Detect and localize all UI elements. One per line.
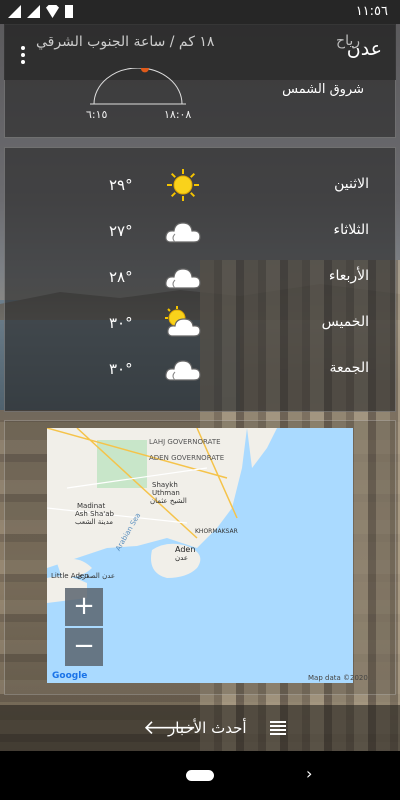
- sun-icon: [163, 168, 203, 202]
- forecast-day: الجمعة: [329, 360, 369, 376]
- cloud-icon: [163, 260, 203, 294]
- map-label-lahj: LAHJ GOVERNORATE: [149, 438, 221, 446]
- forecast-row: الثلاثاء ٢٧°: [5, 212, 397, 252]
- status-time: ١١:٥٦: [355, 4, 388, 19]
- map-label-madinat: Madinat: [77, 502, 106, 510]
- forecast-day: الخميس: [321, 314, 369, 330]
- forecast-row: الخميس ٣٠°: [5, 304, 397, 344]
- signal-icon: [8, 5, 21, 18]
- forecast-temp: ٢٧°: [109, 222, 133, 240]
- cloud-icon: [163, 214, 203, 248]
- forecast-temp: ٢٨°: [109, 268, 133, 286]
- zoom-in-button[interactable]: +: [65, 588, 103, 626]
- map-label-aden-ar: عدن: [175, 554, 188, 562]
- system-nav-bar: ›: [0, 751, 400, 800]
- latest-news-bar[interactable]: 🡐 أحدث الأخبار: [0, 705, 400, 751]
- map-label-aden: Aden: [175, 545, 196, 554]
- map-label-shaykh: Shaykh: [152, 481, 178, 489]
- forecast-temp: ٢٩°: [109, 176, 133, 194]
- overflow-menu-button[interactable]: [18, 44, 28, 66]
- cloud-icon: [163, 352, 203, 386]
- wifi-icon: [46, 5, 59, 18]
- forecast-day: الاثنين: [334, 176, 369, 192]
- forecast-temp: ٣٠°: [109, 314, 133, 332]
- list-icon: [270, 721, 286, 735]
- battery-icon: [65, 5, 73, 18]
- map-label-shab-ar: مدينة الشعب: [75, 518, 114, 526]
- sun-arc: [90, 68, 186, 105]
- wind-value: ١٨ كم / ساعة الجنوب الشرقي: [36, 34, 215, 50]
- forecast-panel: الاثنين ٢٩° الثلاثاء ٢٧° الأربعاء ٢٨° الخميس ٣٠…: [4, 147, 396, 412]
- wind-label: رياح: [336, 33, 360, 49]
- forecast-row: الجمعة ٣٠°: [5, 350, 397, 390]
- map-label-ash-shab: Ash Sha'ab: [75, 510, 114, 518]
- latest-news-label: أحدث الأخبار: [168, 719, 247, 737]
- map-label-aden-gov: ADEN GOVERNORATE: [149, 454, 225, 462]
- sunrise-label: شروق الشمس: [282, 82, 364, 97]
- map-label-little-aden-ar: عدن الصغرى: [77, 572, 116, 580]
- home-button[interactable]: [186, 770, 214, 781]
- sunset-time: ١٨:٠٨: [164, 108, 192, 121]
- back-button[interactable]: ›: [306, 764, 312, 783]
- map-label-khormaksar: KHORMAKSAR: [195, 528, 238, 535]
- forecast-temp: ٣٠°: [109, 360, 133, 378]
- forecast-row: الاثنين ٢٩°: [5, 166, 397, 206]
- map-attribution[interactable]: Map data ©2020: [308, 674, 368, 682]
- map-label-uthman: Uthman: [152, 489, 180, 497]
- forecast-row: الأربعاء ٢٨°: [5, 258, 397, 298]
- sunrise-time: ٦:١٥: [86, 108, 108, 121]
- zoom-out-button[interactable]: −: [65, 628, 103, 666]
- forecast-day: الأربعاء: [328, 268, 369, 284]
- status-bar: ١١:٥٦: [0, 0, 400, 24]
- map-label-shaykh-ar: الشيخ عثمان: [150, 497, 187, 505]
- signal-icon-2: [27, 5, 40, 18]
- partly-cloudy-icon: [163, 306, 203, 340]
- forecast-day: الثلاثاء: [333, 222, 369, 238]
- sun-position-icon: [140, 68, 149, 73]
- google-logo: Google: [52, 671, 88, 681]
